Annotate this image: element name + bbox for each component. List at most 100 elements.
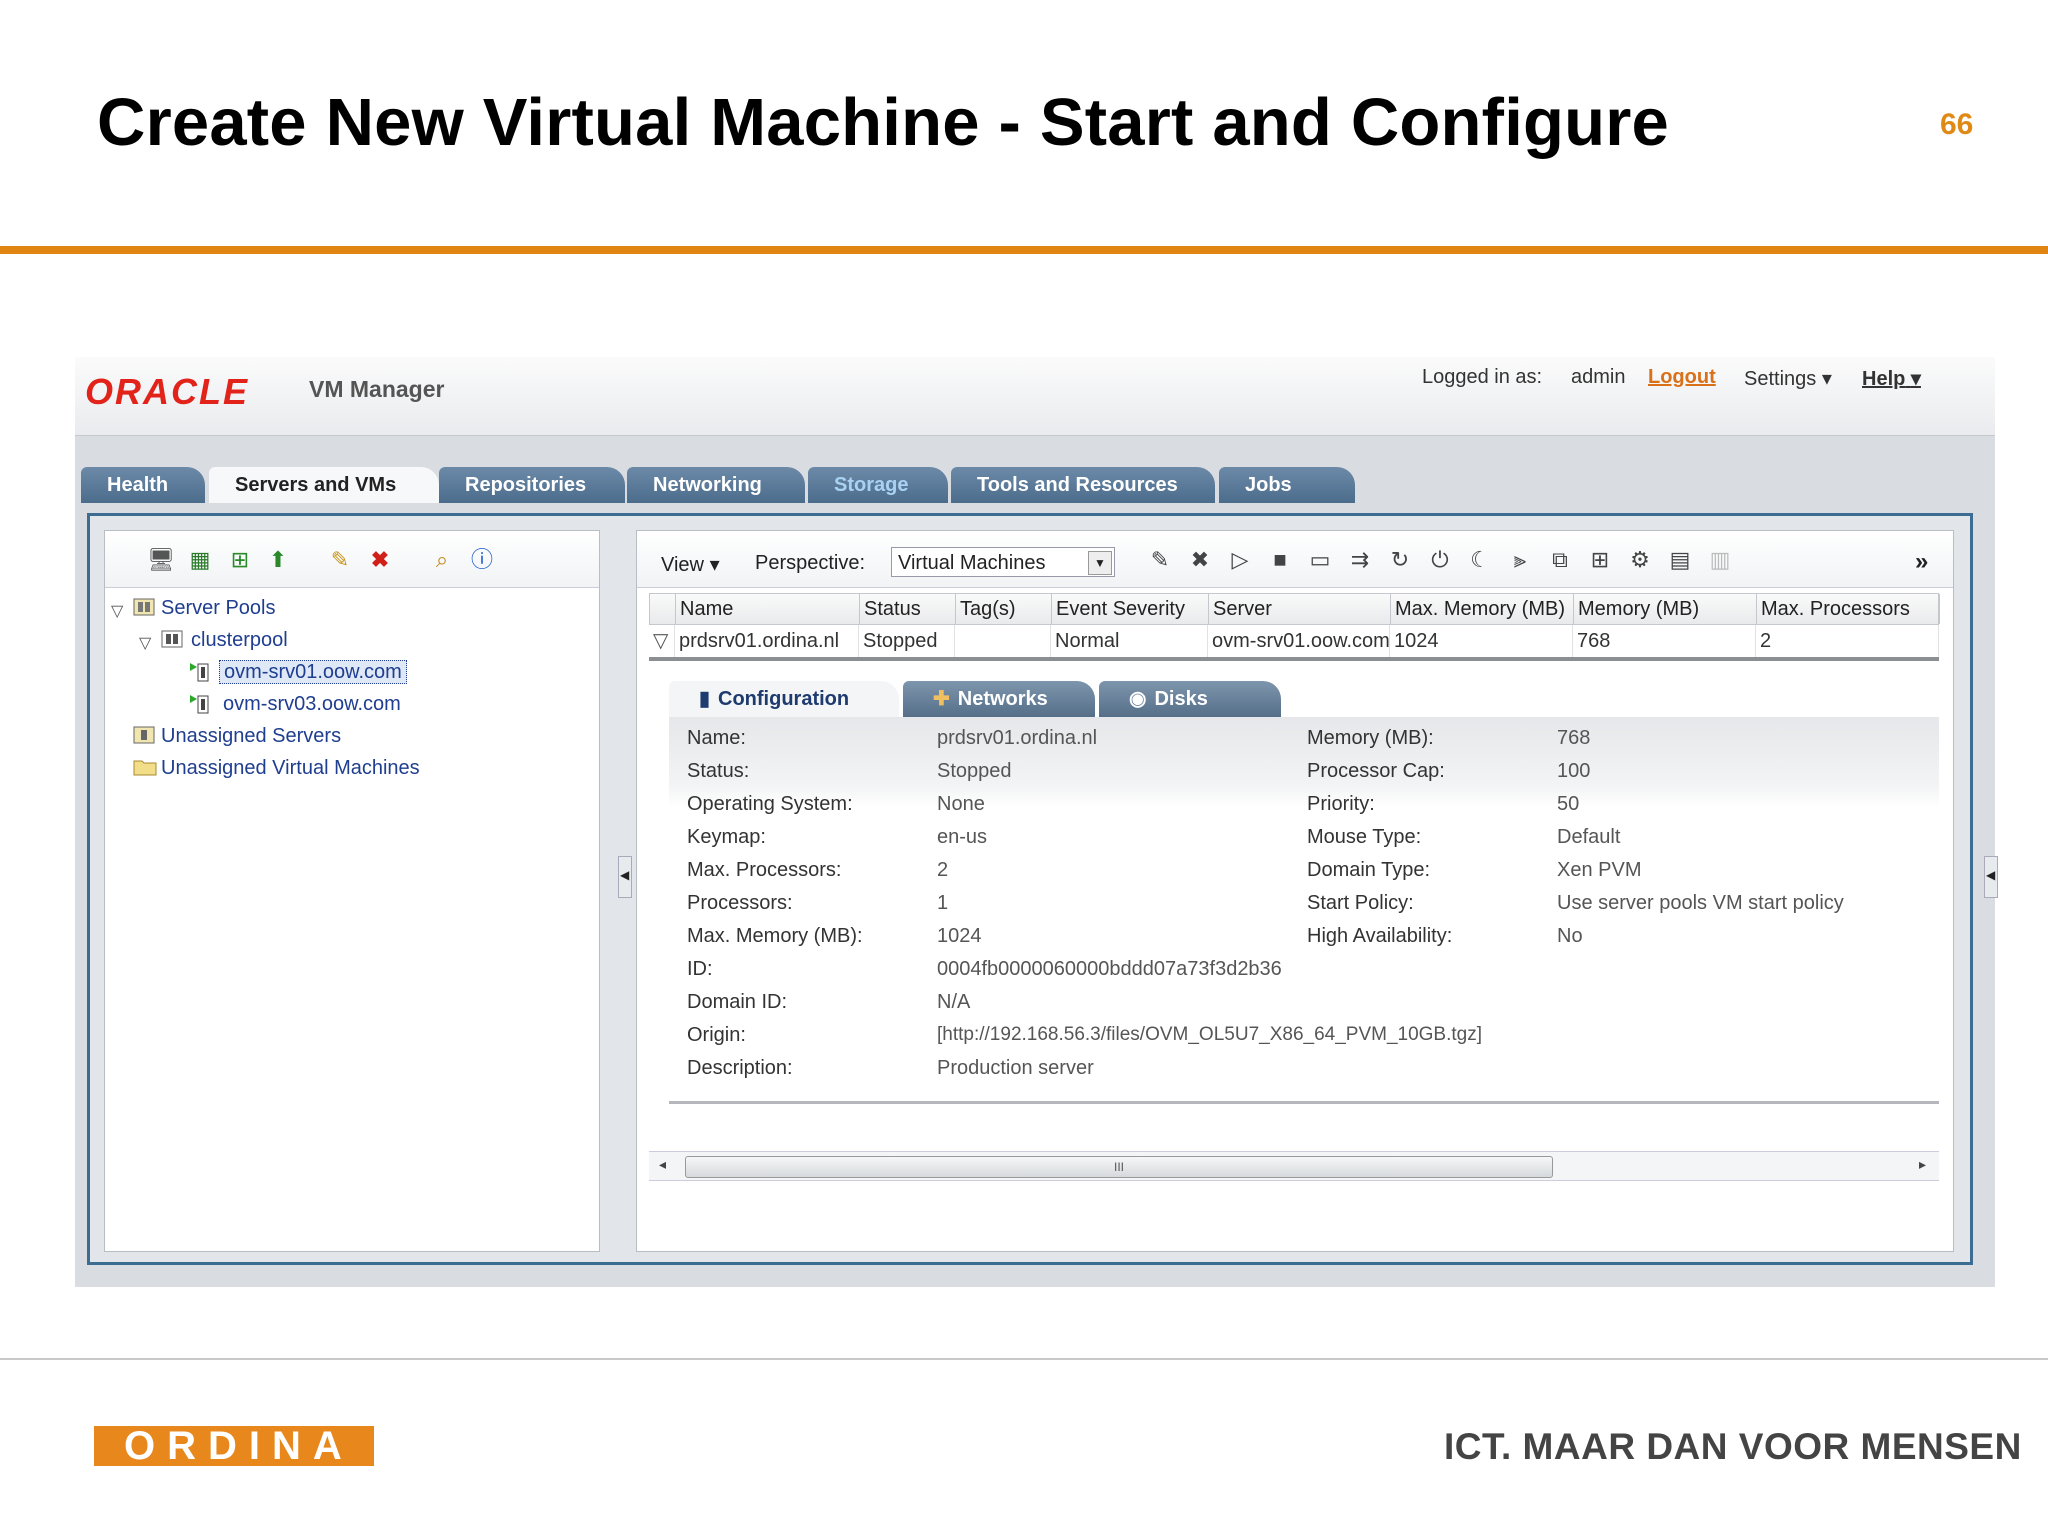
- restart-icon[interactable]: ↻: [1387, 547, 1413, 573]
- clone-icon[interactable]: ⧉: [1547, 547, 1573, 573]
- row-expand-icon[interactable]: ▽: [649, 625, 675, 657]
- register-storage-icon[interactable]: ▦: [187, 547, 213, 573]
- edit-vm-icon[interactable]: ✎: [1147, 547, 1173, 573]
- server-running-icon: [189, 661, 211, 682]
- tree-server-ovm-srv01[interactable]: ovm-srv01.oow.com: [219, 660, 407, 684]
- config-value: Use server pools VM start policy: [1557, 892, 1844, 914]
- tab-configuration[interactable]: ▮ Configuration: [669, 681, 899, 717]
- tab-jobs[interactable]: Jobs: [1219, 467, 1355, 503]
- config-label: High Availability:: [1307, 925, 1453, 947]
- column-header-memory[interactable]: Memory (MB): [1574, 594, 1757, 624]
- resume-icon[interactable]: ⫸: [1507, 547, 1533, 573]
- settings-menu[interactable]: Settings ▾: [1744, 366, 1832, 391]
- tab-disks[interactable]: ◉ Disks: [1099, 681, 1281, 717]
- tree-server-ovm-srv03[interactable]: ovm-srv03.oow.com: [223, 693, 401, 716]
- config-value: 768: [1557, 727, 1591, 749]
- logout-link[interactable]: Logout: [1648, 366, 1716, 389]
- config-label: Domain ID:: [687, 991, 788, 1013]
- chevron-down-icon: ▾: [1910, 368, 1921, 390]
- column-header-max-memory[interactable]: Max. Memory (MB): [1391, 594, 1574, 624]
- config-label: Operating System:: [687, 793, 853, 815]
- create-vm-icon[interactable]: ⬆: [265, 547, 291, 573]
- config-value: 0004fb0000060000bddd07a73f3d2b36: [937, 958, 1282, 980]
- collapse-icon[interactable]: ▽: [111, 601, 123, 621]
- search-icon[interactable]: ⌕: [429, 547, 455, 573]
- settings-icon[interactable]: ⚙: [1627, 547, 1653, 573]
- scroll-right-icon[interactable]: ▸: [1919, 1156, 1926, 1173]
- config-value: 1: [937, 892, 949, 914]
- view-menu[interactable]: View ▾: [661, 552, 720, 577]
- scroll-left-icon[interactable]: ◂: [659, 1156, 666, 1173]
- tab-networks[interactable]: ✚ Networks: [903, 681, 1095, 717]
- config-label: Priority:: [1307, 793, 1375, 815]
- config-value: Default: [1557, 826, 1621, 848]
- logged-in-label: Logged in as:: [1422, 366, 1543, 388]
- config-value: en-us: [937, 826, 988, 848]
- arrow-left-icon: ◀: [620, 868, 630, 882]
- help-menu[interactable]: Help ▾: [1862, 366, 1921, 391]
- cluster-pool-icon: [161, 629, 183, 649]
- console-icon[interactable]: ▭: [1307, 547, 1333, 573]
- config-label: Max. Processors:: [687, 859, 842, 881]
- column-header-server[interactable]: Server: [1209, 594, 1391, 624]
- arrow-left-icon: ◀: [1986, 868, 1996, 882]
- perspective-select[interactable]: Virtual Machines ▼: [891, 547, 1115, 577]
- scrollbar-thumb[interactable]: III: [685, 1156, 1553, 1178]
- tree-unassigned-vms[interactable]: Unassigned Virtual Machines: [161, 757, 420, 780]
- help-icon[interactable]: ⓘ: [469, 547, 495, 573]
- tab-repositories[interactable]: Repositories: [439, 467, 625, 503]
- stop-icon[interactable]: ■: [1267, 547, 1293, 573]
- navigation-panel: 🖥 ▦ ⊞ ⬆ ✎ ✖ ⌕ ⓘ ▽ Server Pools ▽ cluster…: [104, 530, 600, 1252]
- events-icon[interactable]: ▥: [1707, 547, 1733, 573]
- column-header-max-processors[interactable]: Max. Processors: [1757, 594, 1940, 624]
- config-value: None: [937, 793, 985, 815]
- delete-icon[interactable]: ✖: [367, 547, 393, 573]
- table-header-cell: [650, 594, 676, 624]
- edit-icon[interactable]: ✎: [327, 547, 353, 573]
- collapse-left-panel-handle[interactable]: ◀: [618, 856, 632, 898]
- cell-status: Stopped: [859, 625, 955, 657]
- collapse-icon[interactable]: ▽: [139, 633, 151, 653]
- move-icon[interactable]: ⊞: [1587, 547, 1613, 573]
- column-header-status[interactable]: Status: [860, 594, 956, 624]
- slide-number: 66: [1940, 108, 1974, 141]
- more-actions-icon[interactable]: »: [1915, 548, 1928, 576]
- config-label: Origin:: [687, 1024, 746, 1046]
- tab-tools-and-resources[interactable]: Tools and Resources: [951, 467, 1215, 503]
- horizontal-scrollbar[interactable]: ◂ III ▸: [649, 1151, 1939, 1181]
- template-icon[interactable]: ▤: [1667, 547, 1693, 573]
- tree-server-pools[interactable]: Server Pools: [161, 597, 276, 620]
- cell-max-memory: 1024: [1390, 625, 1573, 657]
- tree-unassigned-servers[interactable]: Unassigned Servers: [161, 725, 341, 748]
- perspective-label: Perspective:: [755, 552, 866, 574]
- suspend-icon[interactable]: ☾: [1467, 547, 1493, 573]
- column-header-tags[interactable]: Tag(s): [956, 594, 1052, 624]
- config-value: 100: [1557, 760, 1591, 782]
- discover-servers-icon[interactable]: 🖥: [147, 547, 175, 573]
- network-icon: ✚: [933, 688, 950, 710]
- tab-networking[interactable]: Networking: [627, 467, 805, 503]
- table-row[interactable]: ▽ prdsrv01.ordina.nl Stopped Normal ovm-…: [649, 625, 1939, 661]
- current-user: admin: [1571, 366, 1626, 388]
- start-icon[interactable]: ▷: [1227, 547, 1253, 573]
- unassigned-servers-icon: [133, 725, 155, 745]
- tree-clusterpool[interactable]: clusterpool: [191, 629, 288, 652]
- cell-tags: [955, 625, 1051, 657]
- config-label: Max. Memory (MB):: [687, 925, 863, 947]
- title-divider: [0, 246, 2048, 254]
- config-label: Mouse Type:: [1307, 826, 1422, 848]
- ordina-logo: ORDINA: [94, 1414, 374, 1476]
- tab-health[interactable]: Health: [81, 467, 205, 503]
- kill-icon[interactable]: ⏻: [1427, 547, 1453, 573]
- tab-storage[interactable]: Storage: [808, 467, 948, 503]
- product-name: VM Manager: [309, 376, 445, 402]
- config-value: [http://192.168.56.3/files/OVM_OL5U7_X86…: [937, 1024, 1483, 1045]
- column-header-event-severity[interactable]: Event Severity: [1052, 594, 1209, 624]
- column-header-name[interactable]: Name: [676, 594, 860, 624]
- content-panel: View ▾ Perspective: Virtual Machines ▼ ✎ …: [636, 530, 1954, 1252]
- create-server-pool-icon[interactable]: ⊞: [227, 547, 253, 573]
- migrate-icon[interactable]: ⇉: [1347, 547, 1373, 573]
- tab-servers-and-vms[interactable]: Servers and VMs: [209, 467, 439, 503]
- collapse-right-panel-handle[interactable]: ◀: [1984, 856, 1998, 898]
- delete-vm-icon[interactable]: ✖: [1187, 547, 1213, 573]
